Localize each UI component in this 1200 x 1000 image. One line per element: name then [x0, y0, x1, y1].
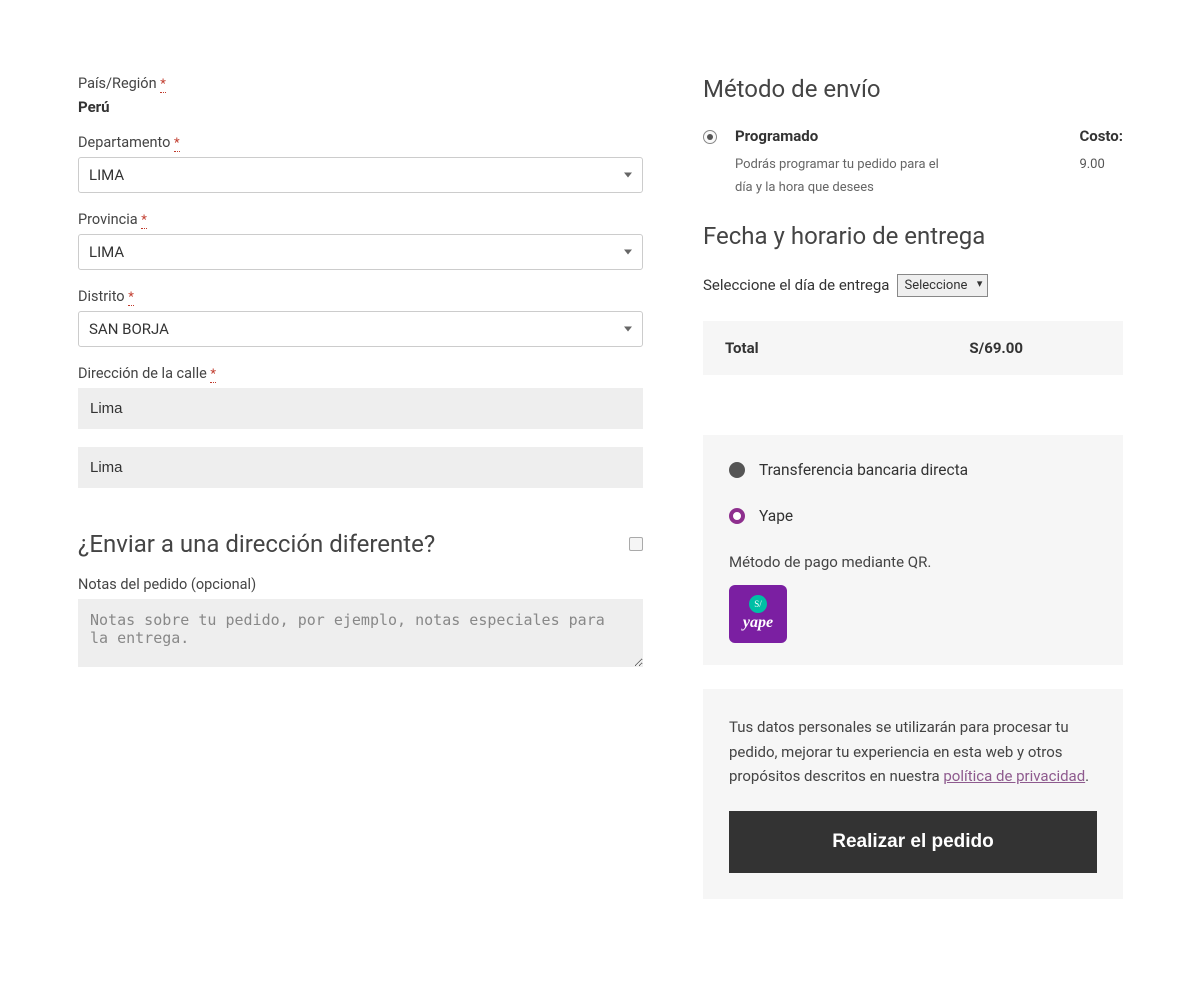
- province-select[interactable]: LIMA: [78, 234, 643, 270]
- place-order-button[interactable]: Realizar el pedido: [729, 811, 1097, 873]
- street-input-1[interactable]: [78, 388, 643, 429]
- ship-different-heading: ¿Enviar a una dirección diferente?: [78, 530, 435, 558]
- shipping-option-name: Programado: [735, 127, 818, 145]
- district-select[interactable]: SAN BORJA: [78, 311, 643, 347]
- department-select[interactable]: LIMA: [78, 157, 643, 193]
- street-input-2[interactable]: [78, 447, 643, 488]
- shipping-cost-label: Costo:: [1079, 127, 1123, 145]
- total-value: S/69.00: [969, 339, 1113, 357]
- order-notes-textarea[interactable]: [78, 599, 643, 667]
- department-label: Departamento *: [78, 134, 643, 151]
- delivery-day-label: Seleccione el día de entrega: [703, 276, 889, 294]
- ship-different-checkbox[interactable]: [629, 537, 643, 551]
- payment-methods-box: Transferencia bancaria directa Yape Méto…: [703, 435, 1123, 665]
- payment-radio-bank-transfer[interactable]: [729, 462, 745, 478]
- total-label: Total: [725, 339, 759, 357]
- province-label: Provincia *: [78, 211, 643, 228]
- privacy-text: Tus datos personales se utilizarán para …: [729, 715, 1097, 789]
- district-label: Distrito *: [78, 288, 643, 305]
- shipping-method-heading: Método de envío: [703, 75, 1123, 103]
- payment-label-bank-transfer: Transferencia bancaria directa: [759, 461, 968, 479]
- yape-logo-icon: S/ yape: [729, 585, 787, 643]
- privacy-submit-box: Tus datos personales se utilizarán para …: [703, 689, 1123, 899]
- shipping-radio-programado[interactable]: [703, 130, 717, 144]
- delivery-date-heading: Fecha y horario de entrega: [703, 222, 1123, 250]
- privacy-policy-link[interactable]: política de privacidad: [943, 767, 1085, 785]
- shipping-cost-value: 9.00: [1079, 157, 1123, 172]
- payment-radio-yape[interactable]: [729, 508, 745, 524]
- payment-label-yape: Yape: [759, 507, 793, 525]
- street-label: Dirección de la calle *: [78, 365, 643, 382]
- yape-description: Método de pago mediante QR.: [729, 553, 1097, 571]
- country-value: Perú: [78, 98, 643, 116]
- country-label: País/Región *: [78, 75, 643, 92]
- delivery-day-select[interactable]: Seleccione: [897, 274, 988, 297]
- order-notes-label: Notas del pedido (opcional): [78, 576, 643, 593]
- shipping-option-desc: Podrás programar tu pedido para el día y…: [735, 153, 955, 200]
